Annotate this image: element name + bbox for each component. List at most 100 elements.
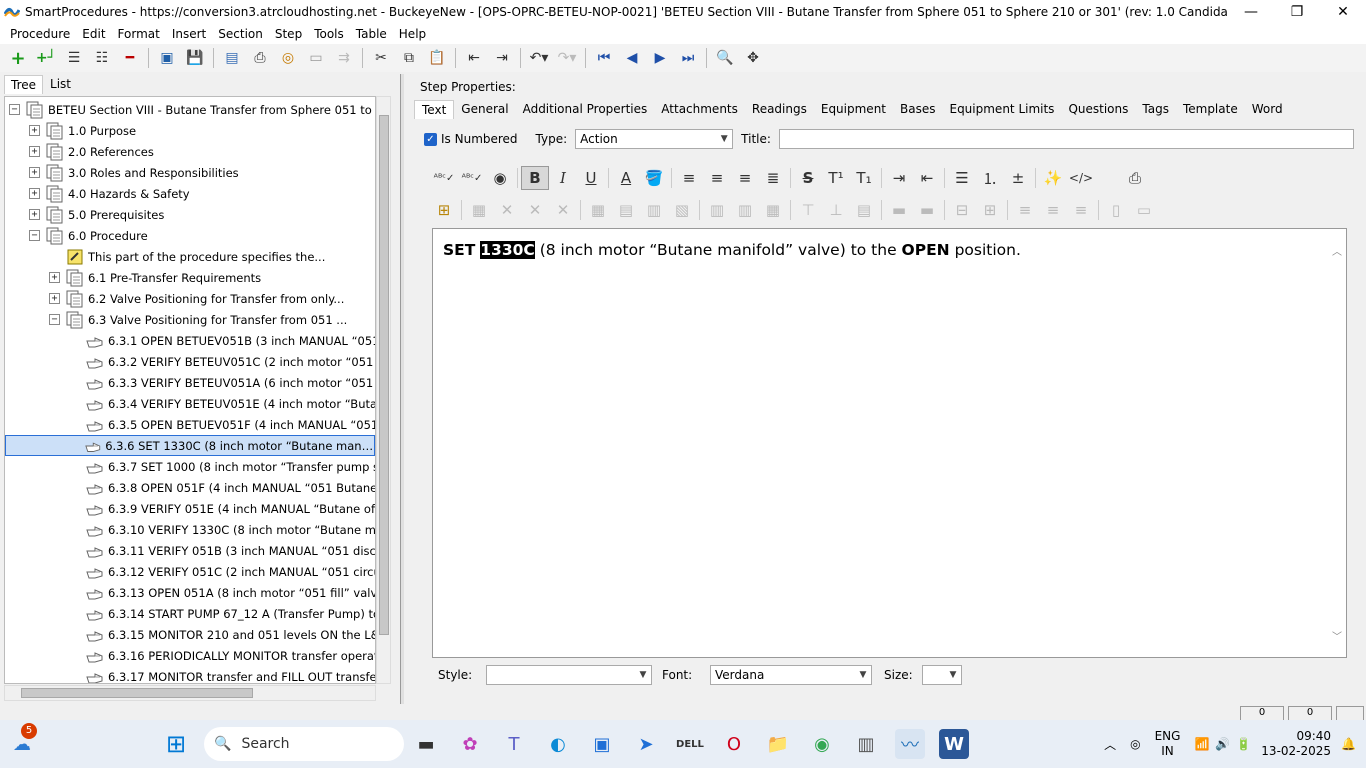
network-monitor-icon[interactable]: ◎ bbox=[1130, 737, 1140, 751]
tree-item[interactable]: 6.3.6 SET 1330C (8 inch motor “Butane ma… bbox=[5, 435, 375, 456]
tree-item[interactable]: +1.0 Purpose bbox=[29, 120, 136, 141]
superscript-icon[interactable]: T¹ bbox=[822, 166, 850, 190]
opera-icon[interactable]: O bbox=[719, 729, 749, 759]
next-step-icon[interactable]: ▶ bbox=[646, 46, 674, 70]
align-middle-icon[interactable]: ≡ bbox=[1039, 198, 1067, 222]
tab-list[interactable]: List bbox=[43, 74, 78, 94]
indent-left-icon[interactable]: ⇤ bbox=[460, 46, 488, 70]
copy-icon[interactable]: ⧉ bbox=[395, 46, 423, 70]
save-icon[interactable]: 💾 bbox=[181, 46, 209, 70]
expand-icon[interactable]: + bbox=[29, 125, 40, 136]
widgets-icon[interactable]: ☁ 5 bbox=[7, 723, 37, 759]
redo-disabled-icon[interactable]: ⇉ bbox=[330, 46, 358, 70]
collapse-icon[interactable]: − bbox=[49, 314, 60, 325]
tree-item[interactable]: 6.3.13 OPEN 051A (8 inch motor “051 fill… bbox=[69, 582, 375, 603]
expand-icon[interactable]: + bbox=[49, 293, 60, 304]
file-explorer-dark-icon[interactable]: ▬ bbox=[411, 729, 441, 759]
panel-splitter[interactable] bbox=[400, 74, 404, 704]
title-input[interactable] bbox=[778, 129, 1354, 149]
cell-style-icon[interactable]: ▥ bbox=[640, 198, 668, 222]
language-indicator[interactable]: ENG IN bbox=[1155, 729, 1181, 759]
tab-readings[interactable]: Readings bbox=[745, 100, 814, 118]
indent-increase-icon[interactable]: ⇥ bbox=[885, 166, 913, 190]
window-icon[interactable]: ▭ bbox=[302, 46, 330, 70]
print-icon[interactable]: ⎙ bbox=[246, 46, 274, 70]
is-numbered-checkbox[interactable]: ✓ bbox=[424, 132, 437, 146]
bullet-list-icon[interactable]: ☰ bbox=[948, 166, 976, 190]
insert-row-below-icon[interactable]: ⊥ bbox=[822, 198, 850, 222]
tab-attachments[interactable]: Attachments bbox=[654, 100, 745, 118]
tab-equipment-limits[interactable]: Equipment Limits bbox=[942, 100, 1061, 118]
power-automate-icon[interactable]: ➤ bbox=[631, 729, 661, 759]
spellcheck-icon[interactable]: ᴬᴮᶜ✓ bbox=[430, 166, 458, 190]
collapse-icon[interactable]: − bbox=[29, 230, 40, 241]
fill-color-icon[interactable]: 🪣 bbox=[640, 166, 668, 190]
merge-cells-icon[interactable]: ▬ bbox=[885, 198, 913, 222]
tree-item[interactable]: +3.0 Roles and Responsibilities bbox=[29, 162, 239, 183]
windows-start-icon[interactable]: ⊞ bbox=[161, 729, 191, 759]
tree-item[interactable]: 6.3.8 OPEN 051F (4 inch MANUAL “051 Buta… bbox=[69, 477, 375, 498]
tree-item[interactable]: − 6.3 Valve Positioning for Transfer from… bbox=[49, 309, 347, 330]
vpn-icon[interactable]: ▥ bbox=[851, 729, 881, 759]
tree-item[interactable]: +4.0 Hazards & Safety bbox=[29, 183, 190, 204]
chevron-down-icon[interactable]: ﹀ bbox=[1332, 628, 1342, 643]
expand-icon[interactable]: + bbox=[29, 146, 40, 157]
tab-tags[interactable]: Tags bbox=[1135, 100, 1176, 118]
tree-item[interactable]: +6.1 Pre-Transfer Requirements bbox=[49, 267, 261, 288]
volume-icon[interactable]: 🔊 bbox=[1215, 737, 1230, 751]
wifi-icon[interactable]: 📶 bbox=[1194, 737, 1209, 751]
tree-item[interactable]: 6.3.15 MONITOR 210 and 051 levels ON the… bbox=[69, 624, 375, 645]
copilot-icon[interactable]: ✿ bbox=[455, 729, 485, 759]
split-cells-icon[interactable]: ▬ bbox=[913, 198, 941, 222]
menu-insert[interactable]: Insert bbox=[166, 27, 212, 41]
procedure-tree[interactable]: − BETEU Section VIII - Butane Transfer fr… bbox=[4, 96, 376, 684]
cell-props-icon[interactable]: ▦ bbox=[584, 198, 612, 222]
underline-icon[interactable]: U bbox=[577, 166, 605, 190]
tree-item[interactable]: 6.3.12 VERIFY 051C (2 inch MANUAL “051 c… bbox=[69, 561, 375, 582]
tree-item[interactable]: +6.2 Valve Positioning for Transfer from… bbox=[49, 288, 344, 309]
smartprocedures-taskbar-icon[interactable]: 〰 bbox=[895, 729, 925, 759]
border-all-icon[interactable]: ⊞ bbox=[976, 198, 1004, 222]
edge-icon[interactable]: ◐ bbox=[543, 729, 573, 759]
font-select[interactable]: Verdana ▼ bbox=[710, 665, 872, 685]
list-icon[interactable]: ☰ bbox=[60, 46, 88, 70]
align-bottom-icon[interactable]: ≡ bbox=[1067, 198, 1095, 222]
add-child-icon[interactable]: +┘ bbox=[32, 46, 60, 70]
subscript-icon[interactable]: T₁ bbox=[850, 166, 878, 190]
word-icon[interactable]: W bbox=[939, 729, 969, 759]
menu-format[interactable]: Format bbox=[112, 27, 166, 41]
dell-icon[interactable]: DELL bbox=[675, 729, 705, 759]
tree-item[interactable]: 6.3.4 VERIFY BETEUV051E (4 inch motor “B… bbox=[69, 393, 375, 414]
indent-decrease-icon[interactable]: ⇤ bbox=[913, 166, 941, 190]
tree-item[interactable]: − BETEU Section VIII - Butane Transfer fr… bbox=[9, 99, 375, 120]
tree-item[interactable]: 6.3.3 VERIFY BETEUV051A (6 inch motor “0… bbox=[69, 372, 375, 393]
justify-icon[interactable]: ≣ bbox=[759, 166, 787, 190]
insert-col-right-icon[interactable]: ▥ bbox=[731, 198, 759, 222]
magic-wand-icon[interactable]: ✨ bbox=[1039, 166, 1067, 190]
collapse-icon[interactable]: − bbox=[9, 104, 20, 115]
tab-questions[interactable]: Questions bbox=[1061, 100, 1135, 118]
col-props-icon[interactable]: ▦ bbox=[759, 198, 787, 222]
tree-horizontal-scrollbar[interactable] bbox=[4, 685, 376, 701]
notifications-icon[interactable]: 🔔 bbox=[1341, 737, 1356, 751]
table-delete-icon[interactable]: ✕ bbox=[493, 198, 521, 222]
tab-general[interactable]: General bbox=[454, 100, 515, 118]
tree-item[interactable]: 6.3.1 OPEN BETUEV051B (3 inch MANUAL “05… bbox=[69, 330, 375, 351]
menu-tools[interactable]: Tools bbox=[308, 27, 350, 41]
bold-icon[interactable]: B bbox=[521, 166, 549, 190]
clock[interactable]: 09:40 13-02-2025 bbox=[1261, 729, 1331, 759]
cut-icon[interactable]: ✂ bbox=[367, 46, 395, 70]
tab-word[interactable]: Word bbox=[1245, 100, 1290, 118]
chrome-icon[interactable]: ◉ bbox=[807, 729, 837, 759]
align-top-icon[interactable]: ≡ bbox=[1011, 198, 1039, 222]
tree-item[interactable]: 6.3.10 VERIFY 1330C (8 inch motor “Butan… bbox=[69, 519, 375, 540]
row-props-icon[interactable]: ▤ bbox=[850, 198, 878, 222]
tree-item[interactable]: This part of the procedure specifies the… bbox=[49, 246, 325, 267]
first-step-icon[interactable]: ⏮ bbox=[590, 46, 618, 70]
remove-icon[interactable]: ━ bbox=[116, 46, 144, 70]
tab-tree[interactable]: Tree bbox=[4, 75, 44, 94]
prev-step-icon[interactable]: ◀ bbox=[618, 46, 646, 70]
close-button[interactable]: ✕ bbox=[1320, 0, 1366, 24]
save-copy-icon[interactable]: ▣ bbox=[153, 46, 181, 70]
tree-item[interactable]: 6.3.9 VERIFY 051E (4 inch MANUAL “Butane… bbox=[69, 498, 375, 519]
